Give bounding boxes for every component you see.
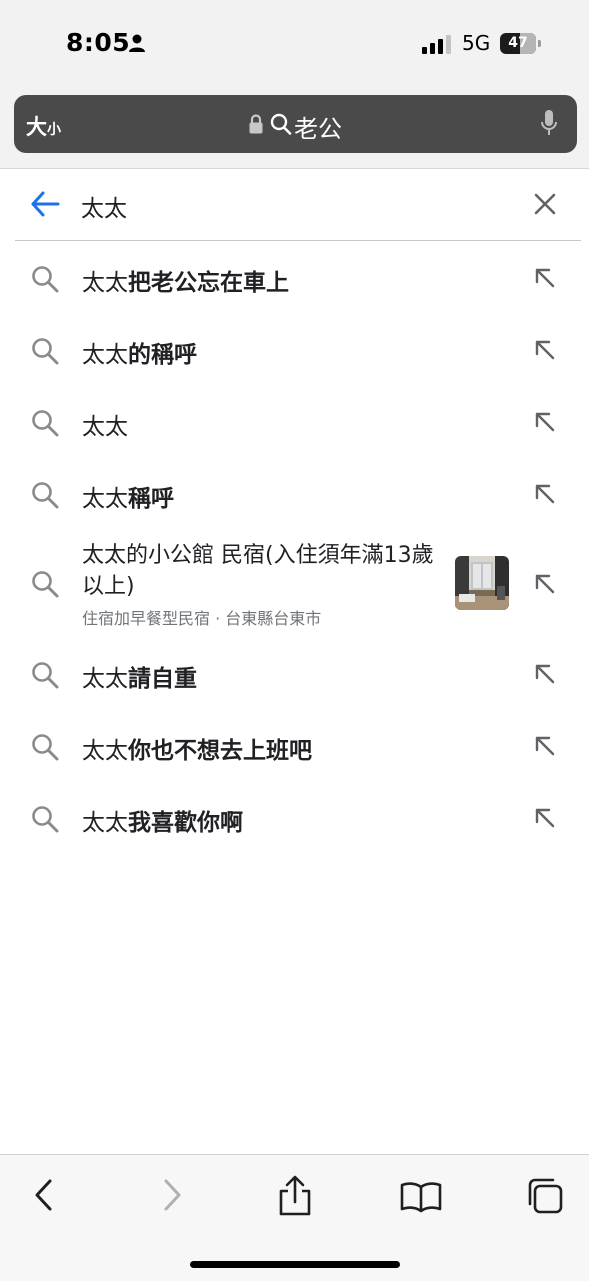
- place-suggestion-item[interactable]: 太太的小公館 民宿(入住須年滿13歲以上) 住宿加早餐型民宿 · 台東縣台東市: [0, 532, 589, 636]
- search-icon: [32, 662, 59, 689]
- suggestion-completion: 的稱呼: [128, 342, 197, 368]
- suggestion-completion: 請自重: [128, 666, 197, 692]
- suggestion-text: 太太稱呼: [82, 479, 174, 513]
- place-subtitle: 住宿加早餐型民宿 · 台東縣台東市: [82, 609, 322, 628]
- suggestion-prefix: 太太: [82, 270, 128, 296]
- suggestion-completion: 稱呼: [128, 486, 174, 512]
- bookmarks-icon[interactable]: [400, 1181, 442, 1213]
- cellular-signal-icon: [422, 35, 451, 54]
- back-arrow-icon[interactable]: [30, 190, 60, 218]
- suggestion-completion: 我喜歡你啊: [128, 810, 243, 836]
- home-indicator[interactable]: [190, 1261, 400, 1268]
- share-icon[interactable]: [277, 1175, 313, 1217]
- battery-tip: [538, 40, 541, 47]
- search-icon: [32, 410, 59, 437]
- microphone-icon[interactable]: [540, 109, 558, 139]
- suggestion-prefix: 太太: [82, 738, 128, 764]
- search-icon: [32, 338, 59, 365]
- suggestion-text: 太太: [82, 407, 128, 441]
- suggestion-completion: 把老公忘在車上: [128, 270, 289, 296]
- suggestion-item[interactable]: 太太稱呼: [0, 458, 589, 530]
- place-title: 太太的小公館 民宿(入住須年滿13歲以上): [82, 543, 434, 599]
- suggestion-text: 太太我喜歡你啊: [82, 803, 243, 837]
- address-bar-area: 大小 老公: [0, 90, 589, 169]
- back-icon[interactable]: [30, 1177, 58, 1213]
- text-size-small: 小: [47, 122, 61, 138]
- suggestion-item[interactable]: 太太把老公忘在車上: [0, 242, 589, 314]
- suggestion-text: 太太的稱呼: [82, 335, 197, 369]
- search-input[interactable]: 太太: [81, 189, 127, 223]
- fill-query-arrow-icon[interactable]: [533, 266, 557, 290]
- text-size-large: 大: [26, 115, 47, 139]
- suggestion-prefix: 太太: [82, 342, 128, 368]
- search-icon: [32, 806, 59, 833]
- search-query-row: 太太: [15, 168, 581, 241]
- suggestion-text: 太太把老公忘在車上: [82, 263, 289, 297]
- search-icon: [32, 482, 59, 509]
- search-icon: [32, 571, 59, 598]
- suggestion-prefix: 太太: [82, 810, 128, 836]
- status-bar: 8:05 5G 47: [0, 0, 589, 90]
- suggestion-item[interactable]: 太太你也不想去上班吧: [0, 710, 589, 782]
- suggestion-prefix: 太太: [82, 666, 128, 692]
- status-time: 8:05: [66, 28, 131, 57]
- suggestion-prefix: 太太: [82, 486, 128, 512]
- search-icon: [270, 113, 292, 135]
- suggestion-item[interactable]: 太太請自重: [0, 638, 589, 710]
- suggestion-item[interactable]: 太太的稱呼: [0, 314, 589, 386]
- suggestion-item[interactable]: 太太: [0, 386, 589, 458]
- text-size-button[interactable]: 大小: [26, 111, 61, 141]
- clear-icon[interactable]: [533, 192, 557, 216]
- address-bar-query: 老公: [294, 115, 342, 143]
- fill-query-arrow-icon[interactable]: [533, 662, 557, 686]
- suggestion-text: 太太你也不想去上班吧: [82, 731, 312, 765]
- forward-icon[interactable]: [158, 1177, 186, 1213]
- address-bar[interactable]: 大小 老公: [14, 95, 577, 153]
- search-icon: [32, 734, 59, 761]
- fill-query-arrow-icon[interactable]: [533, 338, 557, 362]
- tabs-icon[interactable]: [526, 1177, 564, 1215]
- fill-query-arrow-icon[interactable]: [533, 734, 557, 758]
- battery-icon: 47: [500, 33, 536, 54]
- fill-query-arrow-icon[interactable]: [533, 572, 557, 596]
- battery-level: 47: [508, 35, 528, 51]
- suggestion-text: 太太請自重: [82, 659, 197, 693]
- lock-icon: [249, 114, 263, 134]
- suggestion-item[interactable]: 太太我喜歡你啊: [0, 782, 589, 854]
- fill-query-arrow-icon[interactable]: [533, 410, 557, 434]
- search-icon: [32, 266, 59, 293]
- fill-query-arrow-icon[interactable]: [533, 806, 557, 830]
- suggestion-prefix: 太太: [82, 414, 128, 440]
- fill-query-arrow-icon[interactable]: [533, 482, 557, 506]
- person-icon: [129, 34, 145, 52]
- network-type: 5G: [462, 31, 491, 55]
- place-thumbnail: [455, 556, 509, 610]
- suggestion-completion: 你也不想去上班吧: [128, 738, 312, 764]
